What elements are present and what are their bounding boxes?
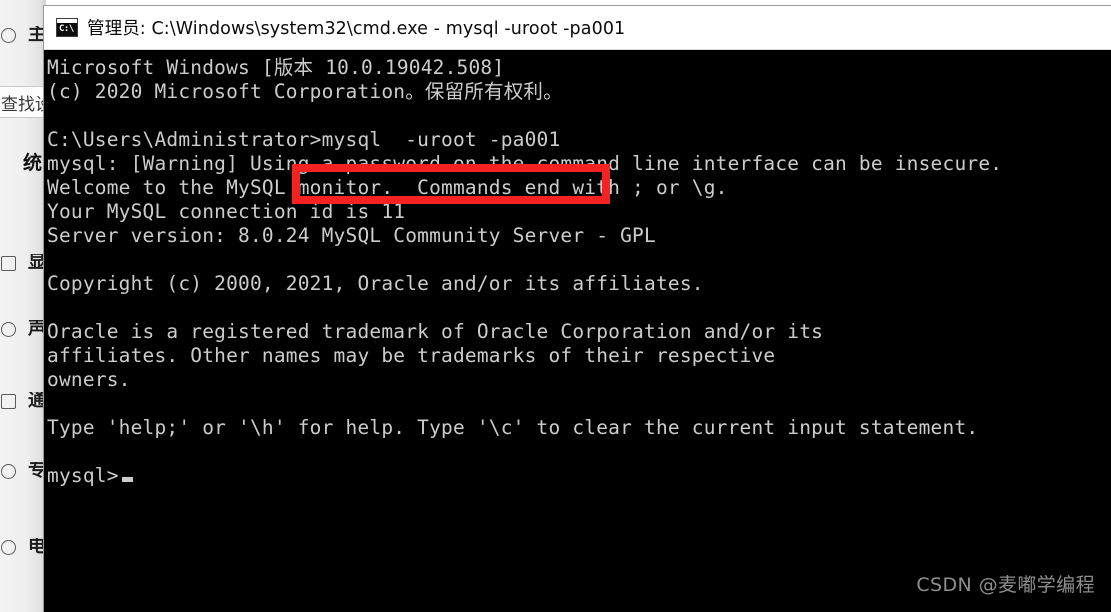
terminal-line: owners. <box>47 368 131 391</box>
settings-item-sound[interactable]: 声音 <box>0 320 46 338</box>
settings-item-power[interactable]: 电源和睡眠 <box>0 538 46 556</box>
command-prompt-window: C:\ 管理员: C:\Windows\system32\cmd.exe - m… <box>44 6 1111 612</box>
notification-icon <box>1 393 16 409</box>
cmd-icon-glyph: C:\ <box>59 24 74 34</box>
settings-item-notifications[interactable]: 通知和操作 <box>0 392 46 410</box>
terminal-line: affiliates. Other names may be trademark… <box>47 344 776 367</box>
terminal-prompt: mysql> <box>47 464 119 487</box>
cmd-icon: C:\ <box>56 18 78 37</box>
terminal-line-command: C:\Users\Administrator>mysql -uroot -pa0… <box>47 128 561 151</box>
window-title: 管理员: C:\Windows\system32\cmd.exe - mysql… <box>87 19 626 39</box>
settings-search-box[interactable]: 查找设置 <box>0 86 46 118</box>
block-cursor <box>121 477 133 482</box>
terminal-line: Server version: 8.0.24 MySQL Community S… <box>47 224 656 247</box>
circle-icon <box>1 27 16 43</box>
sound-icon <box>1 321 16 337</box>
settings-item-focus-assist[interactable]: 专注助手 <box>0 462 46 480</box>
terminal-line: Microsoft Windows [版本 10.0.19042.508] <box>47 56 505 79</box>
settings-item-home[interactable]: 主页 <box>0 26 46 44</box>
screenshot-root: 主页 查找设置 统 显示 声音 通知和操作 专注助手 电源和睡眠 <box>0 0 1111 612</box>
terminal-prompt-line: mysql> <box>46 464 1111 488</box>
terminal-line: (c) 2020 Microsoft Corporation。保留所有权利。 <box>47 80 563 103</box>
display-icon <box>1 255 16 271</box>
window-titlebar[interactable]: C:\ 管理员: C:\Windows\system32\cmd.exe - m… <box>44 6 1111 50</box>
terminal-line: mysql: [Warning] Using a password on the… <box>47 152 1003 175</box>
settings-section-heading: 统 <box>22 152 42 174</box>
settings-search-text: 查找设置 <box>1 94 46 115</box>
power-icon <box>1 539 16 555</box>
settings-panel-background: 主页 查找设置 统 显示 声音 通知和操作 专注助手 电源和睡眠 <box>0 0 46 612</box>
settings-item-display[interactable]: 显示 <box>0 254 46 272</box>
terminal-line: Oracle is a registered trademark of Orac… <box>47 320 824 343</box>
terminal-line: Your MySQL connection id is 11 <box>47 200 406 223</box>
csdn-watermark: CSDN @麦嘟学编程 <box>916 574 1095 596</box>
terminal-line: Copyright (c) 2000, 2021, Oracle and/or … <box>47 272 704 295</box>
terminal-line: Welcome to the MySQL monitor. Commands e… <box>47 176 728 199</box>
terminal-line: Type 'help;' or '\h' for help. Type '\c'… <box>47 416 979 439</box>
focus-assist-icon <box>1 463 16 479</box>
terminal-output[interactable]: Microsoft Windows [版本 10.0.19042.508] (c… <box>44 50 1111 611</box>
